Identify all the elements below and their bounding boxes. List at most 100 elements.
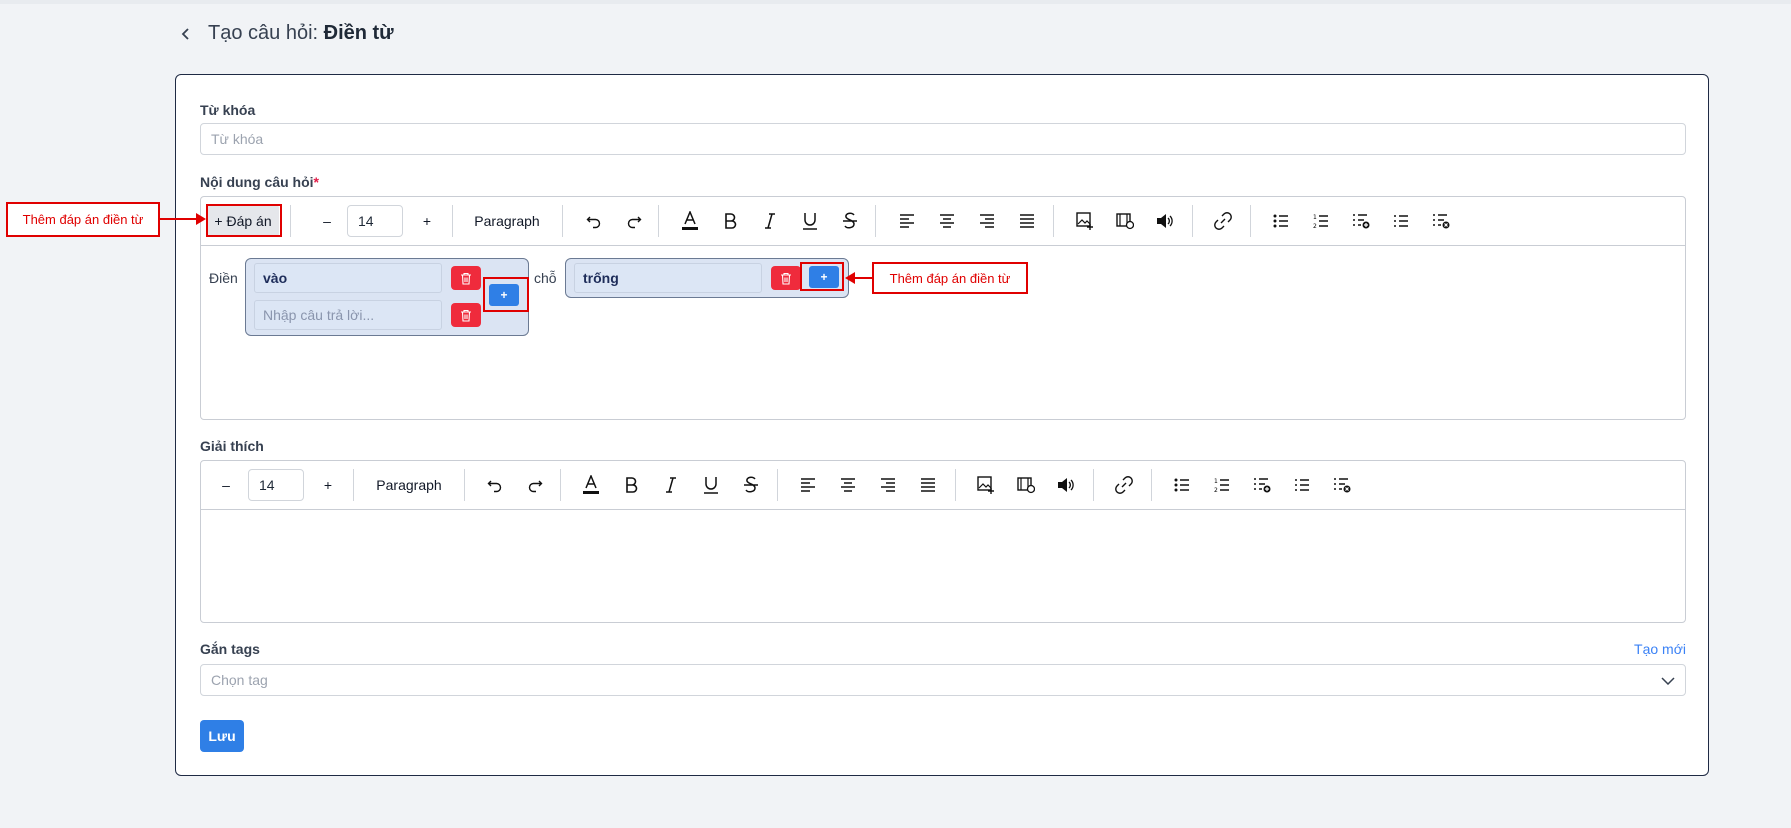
svg-text:2: 2 bbox=[1214, 487, 1218, 493]
toolbar-divider bbox=[777, 469, 778, 501]
page-title-prefix: Tạo câu hỏi: bbox=[208, 22, 324, 44]
required-mark: * bbox=[313, 174, 319, 190]
annotation-arrow bbox=[853, 277, 873, 279]
underline-icon[interactable] bbox=[694, 461, 728, 509]
insert-image-icon[interactable] bbox=[969, 461, 1003, 509]
toolbar-divider bbox=[452, 205, 453, 237]
explanation-editor: – 14 + Paragraph 1 2 bbox=[200, 460, 1686, 623]
delete-answer-button[interactable] bbox=[451, 303, 481, 327]
toolbar-divider bbox=[875, 205, 876, 237]
bulleted-list-icon[interactable] bbox=[1264, 197, 1298, 245]
annotation-arrowhead bbox=[196, 213, 206, 225]
annotation-highlight-add-blank bbox=[800, 262, 844, 291]
tag-select[interactable]: Chọn tag bbox=[200, 664, 1686, 696]
page-title-type: Điền từ bbox=[323, 22, 394, 44]
sentence-word[interactable]: Điền bbox=[209, 270, 238, 286]
strikethrough-icon[interactable] bbox=[833, 197, 867, 245]
link-icon[interactable] bbox=[1206, 197, 1240, 245]
bold-icon[interactable] bbox=[713, 197, 747, 245]
toolbar-divider bbox=[290, 205, 291, 237]
align-center-icon[interactable] bbox=[831, 461, 865, 509]
bold-icon[interactable] bbox=[614, 461, 648, 509]
align-right-icon[interactable] bbox=[871, 461, 905, 509]
sentence-word[interactable]: chỗ bbox=[534, 270, 557, 286]
save-button[interactable]: Lưu bbox=[200, 720, 244, 752]
numbered-list-icon[interactable]: 12 bbox=[1304, 197, 1338, 245]
question-toolbar: + Đáp án – 14 + Paragraph 1 2 bbox=[201, 197, 1685, 246]
numbered-list-icon[interactable]: 12 bbox=[1205, 461, 1239, 509]
question-content-label-text: Nội dung câu hỏi bbox=[200, 174, 314, 190]
answer-input[interactable]: trống bbox=[574, 263, 762, 293]
link-icon[interactable] bbox=[1107, 461, 1141, 509]
toolbar-divider bbox=[353, 469, 354, 501]
insert-video-icon[interactable] bbox=[1108, 197, 1142, 245]
question-editor: + Đáp án – 14 + Paragraph 1 2 Điền vào N… bbox=[200, 196, 1686, 420]
toolbar-divider bbox=[1053, 205, 1054, 237]
explanation-toolbar: – 14 + Paragraph 1 2 bbox=[201, 461, 1685, 510]
add-list-item-icon[interactable] bbox=[1245, 461, 1279, 509]
undo-icon[interactable] bbox=[577, 197, 611, 245]
font-size-increase-button[interactable]: + bbox=[318, 461, 338, 509]
toolbar-divider bbox=[1250, 205, 1251, 237]
italic-icon[interactable] bbox=[753, 197, 787, 245]
svg-text:2: 2 bbox=[1313, 223, 1317, 229]
page-header: Tạo câu hỏi: Điền từ bbox=[176, 22, 394, 45]
block-type-select[interactable]: Paragraph bbox=[466, 197, 548, 245]
text-color-icon[interactable] bbox=[574, 461, 608, 509]
font-size-decrease-button[interactable]: – bbox=[216, 461, 236, 509]
delete-answer-button[interactable] bbox=[451, 266, 481, 290]
toolbar-divider bbox=[1192, 205, 1193, 237]
question-content-label: Nội dung câu hỏi* bbox=[200, 174, 319, 190]
remove-list-item-icon[interactable] bbox=[1424, 197, 1458, 245]
create-tag-link[interactable]: Tạo mới bbox=[1634, 641, 1686, 657]
keyword-input[interactable]: Từ khóa bbox=[200, 123, 1686, 155]
insert-audio-icon[interactable] bbox=[1049, 461, 1083, 509]
toolbar-divider bbox=[1093, 469, 1094, 501]
annotation-highlight-add-blank bbox=[483, 277, 529, 312]
tag-select-placeholder: Chọn tag bbox=[211, 672, 268, 688]
answer-input[interactable]: vào bbox=[254, 263, 442, 293]
undo-icon[interactable] bbox=[478, 461, 512, 509]
align-center-icon[interactable] bbox=[930, 197, 964, 245]
dashed-list-icon[interactable] bbox=[1384, 197, 1418, 245]
add-list-item-icon[interactable] bbox=[1344, 197, 1378, 245]
align-justify-icon[interactable] bbox=[1010, 197, 1044, 245]
annotation-highlight-add-answer bbox=[206, 204, 282, 237]
answer-input[interactable]: Nhập câu trả lời... bbox=[254, 300, 442, 330]
chevron-down-icon bbox=[1661, 672, 1675, 688]
font-size-decrease-button[interactable]: – bbox=[317, 197, 337, 245]
toolbar-divider bbox=[562, 205, 563, 237]
insert-image-icon[interactable] bbox=[1068, 197, 1102, 245]
redo-icon[interactable] bbox=[617, 197, 651, 245]
svg-text:1: 1 bbox=[1313, 214, 1317, 221]
font-size-input[interactable]: 14 bbox=[248, 469, 304, 501]
font-size-increase-button[interactable]: + bbox=[417, 197, 437, 245]
delete-answer-button[interactable] bbox=[771, 266, 801, 290]
align-left-icon[interactable] bbox=[791, 461, 825, 509]
tags-label: Gắn tags bbox=[200, 641, 260, 657]
strikethrough-icon[interactable] bbox=[734, 461, 768, 509]
remove-list-item-icon[interactable] bbox=[1325, 461, 1359, 509]
redo-icon[interactable] bbox=[518, 461, 552, 509]
toolbar-divider bbox=[560, 469, 561, 501]
dashed-list-icon[interactable] bbox=[1285, 461, 1319, 509]
text-color-icon[interactable] bbox=[673, 197, 707, 245]
underline-icon[interactable] bbox=[793, 197, 827, 245]
question-form-card: Từ khóa Từ khóa Nội dung câu hỏi* + Đáp … bbox=[175, 74, 1709, 776]
align-right-icon[interactable] bbox=[970, 197, 1004, 245]
annotation-callout-right: Thêm đáp án điền từ bbox=[872, 262, 1028, 294]
align-justify-icon[interactable] bbox=[911, 461, 945, 509]
italic-icon[interactable] bbox=[654, 461, 688, 509]
bulleted-list-icon[interactable] bbox=[1165, 461, 1199, 509]
svg-text:1: 1 bbox=[1214, 478, 1218, 485]
align-left-icon[interactable] bbox=[890, 197, 924, 245]
keyword-label: Từ khóa bbox=[200, 102, 256, 118]
insert-audio-icon[interactable] bbox=[1148, 197, 1182, 245]
annotation-callout-left: Thêm đáp án điền từ bbox=[6, 202, 160, 237]
insert-video-icon[interactable] bbox=[1009, 461, 1043, 509]
block-type-select[interactable]: Paragraph bbox=[368, 461, 450, 509]
back-arrow-icon[interactable] bbox=[176, 24, 196, 44]
toolbar-divider bbox=[464, 469, 465, 501]
toolbar-divider bbox=[955, 469, 956, 501]
font-size-input[interactable]: 14 bbox=[347, 205, 403, 237]
